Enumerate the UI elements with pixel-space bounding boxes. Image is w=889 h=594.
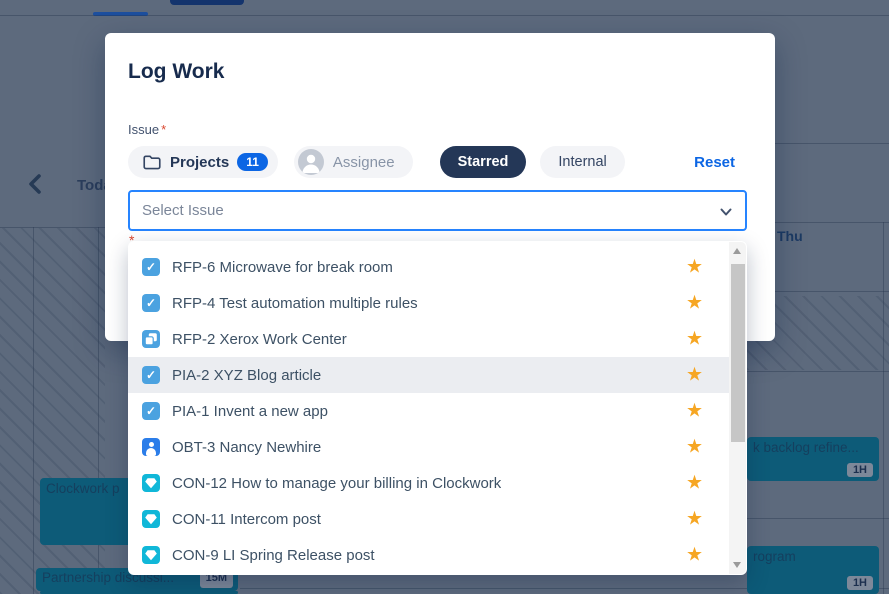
gem-icon [142, 546, 160, 564]
star-icon[interactable]: ★ [686, 474, 703, 493]
star-icon[interactable]: ★ [686, 510, 703, 529]
screen: Today Thu Clockwork p Partnership discus… [0, 0, 889, 594]
calendar-event-clockwork[interactable]: Clockwork p [40, 478, 132, 545]
grid-line [883, 222, 884, 594]
star-icon[interactable]: ★ [686, 438, 703, 457]
issue-option-label: PIA-2 XYZ Blog article [172, 367, 321, 384]
calendar-event-backlog[interactable]: k backlog refine... 1H [747, 437, 879, 481]
reset-filters-link[interactable]: Reset [694, 154, 735, 171]
star-icon[interactable]: ★ [686, 258, 703, 277]
projects-chip-label: Projects [170, 154, 229, 171]
chevron-down-icon [719, 205, 733, 224]
issue-option-highlighted[interactable]: PIA-2 XYZ Blog article ★ [128, 357, 729, 393]
issue-option[interactable]: RFP-6 Microwave for break room ★ [128, 249, 729, 285]
grid-line [775, 143, 889, 144]
copy-icon [142, 330, 160, 348]
scrollbar-down-arrow-icon[interactable] [733, 562, 741, 568]
star-icon[interactable]: ★ [686, 402, 703, 421]
issue-label-text: Issue [128, 122, 159, 137]
grid-line [747, 518, 889, 519]
issue-option[interactable]: OBT-3 Nancy Newhire ★ [128, 429, 729, 465]
calendar-back-button[interactable] [20, 168, 54, 200]
grid-line [775, 222, 889, 223]
grid-line [747, 371, 889, 372]
person-icon [142, 438, 160, 456]
day-column-header: Thu [777, 228, 803, 244]
task-check-icon [142, 294, 160, 312]
event-title: k backlog refine... [753, 440, 859, 455]
filter-chip-starred[interactable]: Starred [440, 146, 527, 178]
issue-option-label: OBT-3 Nancy Newhire [172, 439, 321, 456]
issue-option-label: CON-9 LI Spring Release post [172, 547, 375, 564]
projects-count-badge: 11 [237, 153, 268, 171]
issue-option-label: RFP-4 Test automation multiple rules [172, 295, 418, 312]
issue-field-label: Issue* [128, 122, 166, 137]
star-icon[interactable]: ★ [686, 546, 703, 565]
issue-option[interactable]: RFP-4 Test automation multiple rules ★ [128, 285, 729, 321]
issue-option-label: PIA-1 Invent a new app [172, 403, 328, 420]
star-icon[interactable]: ★ [686, 330, 703, 349]
folder-icon [142, 153, 162, 171]
select-placeholder: Select Issue [142, 202, 224, 219]
gem-icon [142, 474, 160, 492]
event-duration-badge: 1H [847, 576, 873, 590]
issue-filter-row: Projects 11 Assignee Starred Internal Re… [128, 146, 752, 178]
issue-option-label: RFP-6 Microwave for break room [172, 259, 393, 276]
issue-select-input[interactable]: Select Issue [128, 190, 747, 231]
issue-option[interactable]: CON-9 LI Spring Release post ★ [128, 537, 729, 573]
issue-option[interactable]: CON-12 How to manage your billing in Clo… [128, 465, 729, 501]
task-check-icon [142, 366, 160, 384]
scrollbar-thumb[interactable] [731, 264, 745, 442]
filter-chip-assignee[interactable]: Assignee [294, 146, 413, 178]
scrollbar-up-arrow-icon[interactable] [733, 248, 741, 254]
issue-option[interactable]: CON-11 Intercom post ★ [128, 501, 729, 537]
issue-dropdown-list: RFP-6 Microwave for break room ★ RFP-4 T… [128, 241, 747, 575]
issue-option-label: RFP-2 Xerox Work Center [172, 331, 347, 348]
task-check-icon [142, 402, 160, 420]
avatar-icon [298, 149, 324, 175]
event-title: rogram [753, 549, 796, 564]
topbar-divider [0, 15, 889, 16]
filter-chip-internal[interactable]: Internal [540, 146, 624, 178]
gem-icon [142, 510, 160, 528]
star-icon[interactable]: ★ [686, 294, 703, 313]
issue-option-label: CON-12 How to manage your billing in Clo… [172, 475, 501, 492]
calendar-event-program[interactable]: rogram 1H [747, 546, 879, 594]
issue-option[interactable]: PIA-1 Invent a new app ★ [128, 393, 729, 429]
assignee-chip-label: Assignee [333, 154, 395, 171]
event-title: Clockwork p [46, 481, 120, 496]
issue-option-label: CON-11 Intercom post [172, 511, 321, 528]
modal-title: Log Work [128, 60, 224, 84]
filter-chip-projects[interactable]: Projects 11 [128, 146, 278, 178]
task-check-icon [142, 258, 160, 276]
star-icon[interactable]: ★ [686, 366, 703, 385]
top-partial-button[interactable] [170, 0, 244, 5]
dropdown-scrollbar[interactable] [729, 242, 746, 574]
required-asterisk: * [161, 122, 166, 137]
issue-option[interactable]: RFP-2 Xerox Work Center ★ [128, 321, 729, 357]
event-duration-badge: 1H [847, 463, 873, 477]
